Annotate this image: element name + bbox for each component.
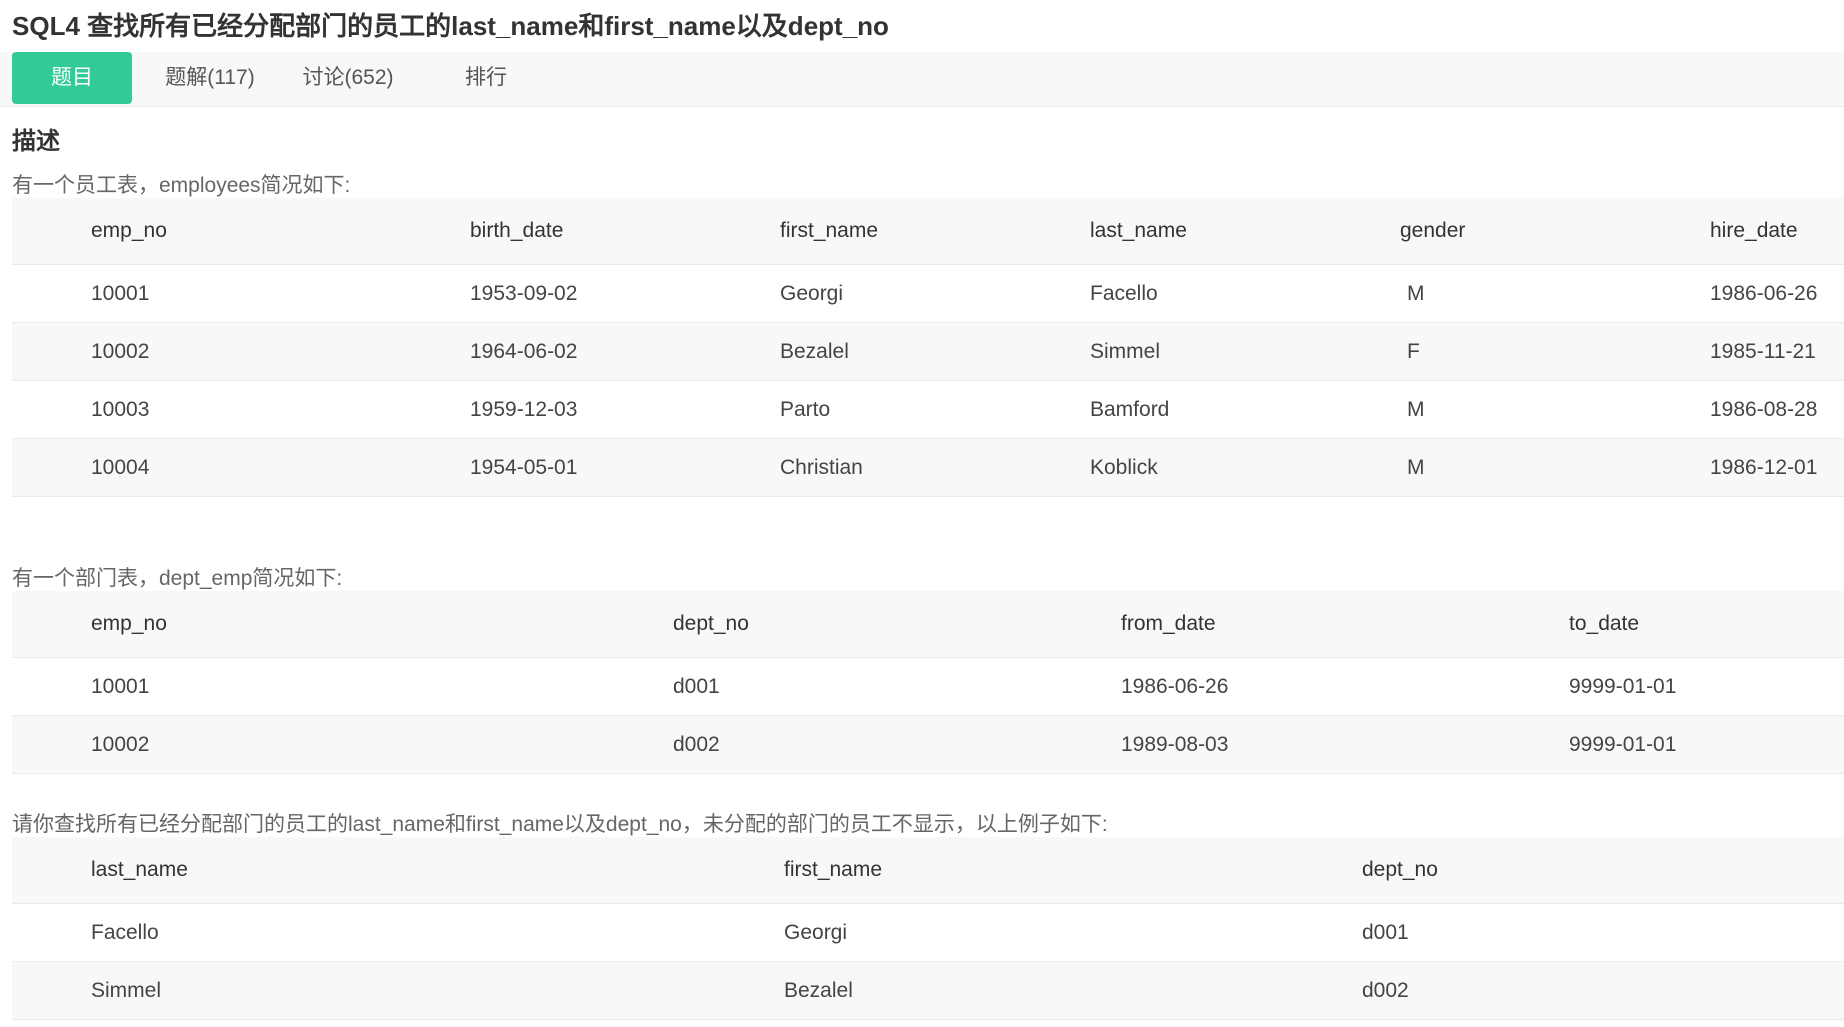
table-cell: 1986-06-26 bbox=[1710, 264, 1844, 323]
table-cell: 1986-12-01 bbox=[1710, 438, 1844, 497]
column-header-from-date: from_date bbox=[1121, 591, 1569, 658]
table-cell: 10002 bbox=[12, 715, 673, 774]
table-cell: 1989-08-03 bbox=[1121, 715, 1569, 774]
result-example-table: last_name first_name dept_no Facello Geo… bbox=[12, 837, 1844, 1020]
page-title: SQL4 查找所有已经分配部门的员工的last_name和first_name以… bbox=[12, 11, 889, 41]
employees-table: emp_no birth_date first_name last_name g… bbox=[12, 198, 1844, 497]
column-header-hire-date: hire_date bbox=[1710, 198, 1844, 265]
table-cell: Georgi bbox=[784, 903, 1362, 962]
table-cell: d002 bbox=[673, 715, 1121, 774]
column-header-gender: gender bbox=[1400, 198, 1710, 265]
table-cell: 1964-06-02 bbox=[470, 322, 780, 381]
table-cell: d002 bbox=[1362, 961, 1844, 1020]
table-cell: d001 bbox=[1362, 903, 1844, 962]
table-cell: Simmel bbox=[12, 961, 784, 1020]
table-cell: 10002 bbox=[12, 322, 470, 381]
table-row: 10003 1959-12-03 Parto Bamford M 1986-08… bbox=[12, 380, 1844, 439]
column-header-last-name: last_name bbox=[12, 837, 784, 904]
table-row: Simmel Bezalel d002 bbox=[12, 961, 1844, 1020]
table-cell: 10003 bbox=[12, 380, 470, 439]
table-cell: Bezalel bbox=[780, 322, 1090, 381]
column-header-emp-no: emp_no bbox=[12, 591, 673, 658]
table-row: 10004 1954-05-01 Christian Koblick M 198… bbox=[12, 438, 1844, 497]
table-cell: d001 bbox=[673, 657, 1121, 716]
table-row: 10002 1964-06-02 Bezalel Simmel F 1985-1… bbox=[12, 322, 1844, 381]
table-cell: Facello bbox=[12, 903, 784, 962]
table-cell: Georgi bbox=[780, 264, 1090, 323]
table-cell: Koblick bbox=[1090, 438, 1400, 497]
table-cell: Facello bbox=[1090, 264, 1400, 323]
table-cell: 1954-05-01 bbox=[470, 438, 780, 497]
column-header-first-name: first_name bbox=[780, 198, 1090, 265]
column-header-first-name: first_name bbox=[784, 837, 1362, 904]
column-header-dept-no: dept_no bbox=[1362, 837, 1844, 904]
dept-emp-caption: 有一个部门表，dept_emp简况如下: bbox=[12, 567, 343, 590]
table-cell: 9999-01-01 bbox=[1569, 657, 1844, 716]
table-row: 10002 d002 1989-08-03 9999-01-01 bbox=[12, 715, 1844, 774]
table-cell: F bbox=[1400, 322, 1710, 381]
table-cell: 1986-08-28 bbox=[1710, 380, 1844, 439]
column-header-dept-no: dept_no bbox=[673, 591, 1121, 658]
table-cell: 10001 bbox=[12, 657, 673, 716]
tab-discussion[interactable]: 讨论(652) bbox=[288, 52, 408, 104]
tab-problem[interactable]: 题目 bbox=[12, 52, 132, 104]
table-cell: 10001 bbox=[12, 264, 470, 323]
table-cell: Parto bbox=[780, 380, 1090, 439]
dept-emp-table: emp_no dept_no from_date to_date 10001 d… bbox=[12, 591, 1844, 774]
table-cell: 10004 bbox=[12, 438, 470, 497]
table-cell: 1953-09-02 bbox=[470, 264, 780, 323]
column-header-to-date: to_date bbox=[1569, 591, 1844, 658]
table-cell: 9999-01-01 bbox=[1569, 715, 1844, 774]
table-row: 10001 1953-09-02 Georgi Facello M 1986-0… bbox=[12, 264, 1844, 323]
table-cell: M bbox=[1400, 438, 1710, 497]
problem-page: SQL4 查找所有已经分配部门的员工的last_name和first_name以… bbox=[0, 0, 1844, 1027]
table-cell: 1959-12-03 bbox=[470, 380, 780, 439]
column-header-emp-no: emp_no bbox=[12, 198, 470, 265]
question-text: 请你查找所有已经分配部门的员工的last_name和first_name以及de… bbox=[12, 813, 1108, 836]
tab-ranking[interactable]: 排行 bbox=[426, 52, 546, 104]
table-cell: 1986-06-26 bbox=[1121, 657, 1569, 716]
table-header-row: last_name first_name dept_no bbox=[12, 837, 1844, 904]
table-cell: Christian bbox=[780, 438, 1090, 497]
table-header-row: emp_no dept_no from_date to_date bbox=[12, 591, 1844, 658]
table-row: Facello Georgi d001 bbox=[12, 903, 1844, 962]
table-cell: M bbox=[1400, 264, 1710, 323]
table-row: 10001 d001 1986-06-26 9999-01-01 bbox=[12, 657, 1844, 716]
table-header-row: emp_no birth_date first_name last_name g… bbox=[12, 198, 1844, 265]
table-cell: 1985-11-21 bbox=[1710, 322, 1844, 381]
table-cell: Simmel bbox=[1090, 322, 1400, 381]
table-cell: M bbox=[1400, 380, 1710, 439]
table-cell: Bamford bbox=[1090, 380, 1400, 439]
tab-solutions[interactable]: 题解(117) bbox=[150, 52, 270, 104]
description-heading: 描述 bbox=[12, 128, 60, 155]
employees-caption: 有一个员工表，employees简况如下: bbox=[12, 174, 351, 197]
column-header-birth-date: birth_date bbox=[470, 198, 780, 265]
table-cell: Bezalel bbox=[784, 961, 1362, 1020]
tab-bar: 题目 题解(117) 讨论(652) 排行 bbox=[0, 52, 1844, 107]
column-header-last-name: last_name bbox=[1090, 198, 1400, 265]
